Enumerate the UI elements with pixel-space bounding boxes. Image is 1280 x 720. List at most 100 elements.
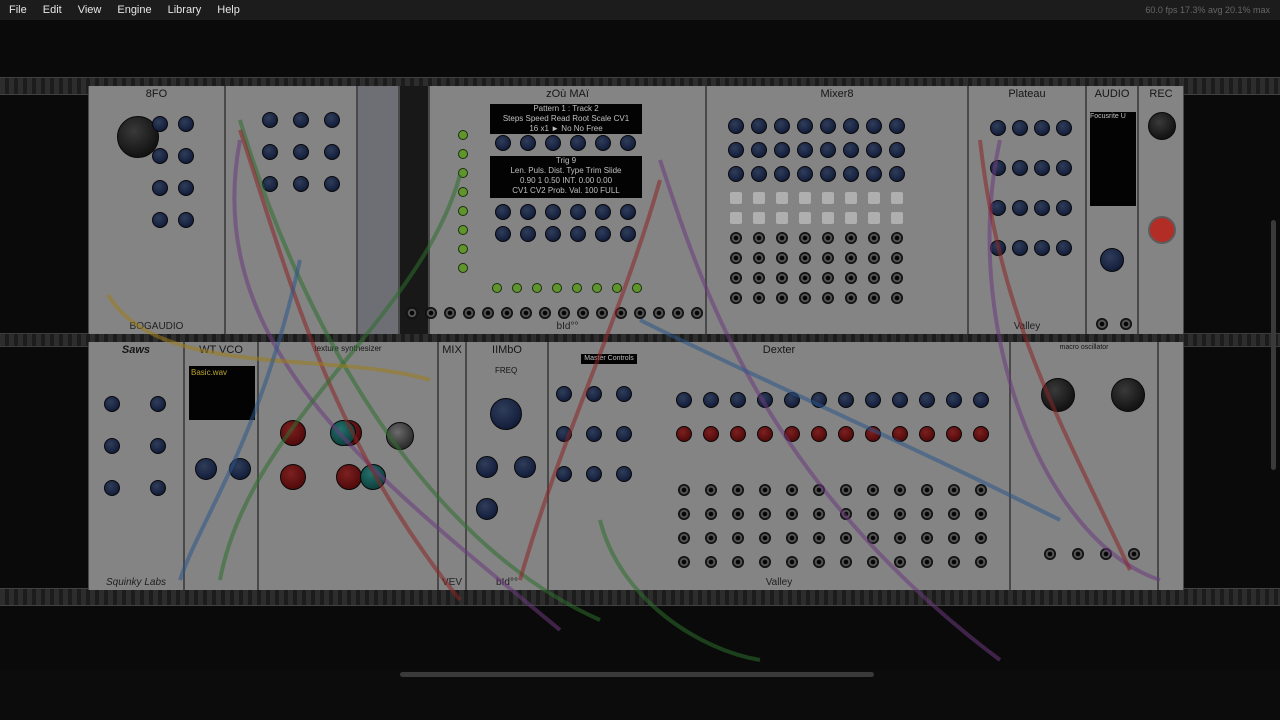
trig-knob[interactable] (495, 204, 511, 220)
mixer-knob[interactable] (797, 142, 813, 158)
mixer-button[interactable] (822, 212, 834, 224)
dexter-jack[interactable] (678, 484, 690, 496)
plateau-knob[interactable] (1056, 240, 1072, 256)
mixer-button[interactable] (891, 212, 903, 224)
dexter-jack[interactable] (921, 484, 933, 496)
trig-knob[interactable] (495, 226, 511, 242)
mixer-button[interactable] (868, 212, 880, 224)
phase-knob[interactable] (178, 180, 194, 196)
dexter-knob[interactable] (892, 426, 908, 442)
trig-knob[interactable] (620, 204, 636, 220)
dexter-jack[interactable] (678, 532, 690, 544)
dexter-jack[interactable] (840, 484, 852, 496)
mixer-jack[interactable] (799, 272, 811, 284)
record-button[interactable] (1148, 216, 1176, 244)
mixer-button[interactable] (868, 192, 880, 204)
texture-knob[interactable] (280, 420, 306, 446)
dexter-knob[interactable] (703, 426, 719, 442)
pattern-knob[interactable] (545, 135, 561, 151)
dexter-jack[interactable] (705, 508, 717, 520)
step-button[interactable] (634, 307, 646, 319)
mixer-knob[interactable] (728, 166, 744, 182)
menu-item-edit[interactable]: Edit (35, 4, 70, 16)
step-button[interactable] (444, 307, 456, 319)
dexter-jack[interactable] (840, 556, 852, 568)
plateau-knob[interactable] (1034, 120, 1050, 136)
dexter-jack[interactable] (705, 484, 717, 496)
trig-led[interactable] (612, 283, 622, 293)
mixer-knob[interactable] (774, 142, 790, 158)
mixer-jack[interactable] (799, 232, 811, 244)
lfo-knob[interactable] (324, 144, 340, 160)
mixer-jack[interactable] (868, 272, 880, 284)
step-button[interactable] (596, 307, 608, 319)
dexter-knob[interactable] (784, 426, 800, 442)
dexter-jack[interactable] (705, 532, 717, 544)
mixer-jack[interactable] (822, 292, 834, 304)
mixer-jack[interactable] (730, 252, 742, 264)
wt-frequency-knob[interactable] (195, 458, 217, 480)
module-mix[interactable]: MIX VEV (438, 342, 466, 590)
master-knob[interactable] (556, 386, 572, 402)
step-led[interactable] (458, 244, 468, 254)
dexter-knob[interactable] (811, 426, 827, 442)
saws-knob[interactable] (104, 438, 120, 454)
module-rack[interactable]: 8FO BOGAUDIO zOù MAï Pattern 1 : Track 2… (0, 20, 1280, 670)
trig-knob[interactable] (545, 204, 561, 220)
mixer-button[interactable] (776, 212, 788, 224)
step-button[interactable] (501, 307, 513, 319)
dexter-jack[interactable] (867, 484, 879, 496)
pattern-knob[interactable] (520, 135, 536, 151)
module-zou-mai[interactable]: zOù MAï Pattern 1 : Track 2 Steps Speed … (429, 86, 706, 334)
dexter-jack[interactable] (948, 484, 960, 496)
mixer-knob[interactable] (797, 118, 813, 134)
trig-knob[interactable] (545, 226, 561, 242)
step-led[interactable] (458, 263, 468, 273)
module-saws[interactable]: Saws Squinky Labs (88, 342, 184, 590)
dexter-knob[interactable] (703, 392, 719, 408)
mixer-button[interactable] (891, 192, 903, 204)
plateau-knob[interactable] (1056, 160, 1072, 176)
mixer-knob[interactable] (866, 118, 882, 134)
macro-jack[interactable] (1128, 548, 1140, 560)
trig-led[interactable] (592, 283, 602, 293)
mixer-knob[interactable] (820, 142, 836, 158)
mixer-knob[interactable] (774, 166, 790, 182)
module-audio[interactable]: AUDIO Focusrite U (1086, 86, 1138, 334)
lfo-knob[interactable] (324, 112, 340, 128)
dexter-jack[interactable] (732, 532, 744, 544)
step-button[interactable] (653, 307, 665, 319)
dexter-jack[interactable] (759, 556, 771, 568)
mixer-knob[interactable] (820, 166, 836, 182)
dexter-jack[interactable] (921, 508, 933, 520)
imbo-res-knob[interactable] (476, 456, 498, 478)
trig-knob[interactable] (570, 226, 586, 242)
phase-knob[interactable] (152, 180, 168, 196)
lfo-knob[interactable] (293, 112, 309, 128)
plateau-knob[interactable] (1012, 160, 1028, 176)
plateau-knob[interactable] (990, 120, 1006, 136)
audio-level-knob[interactable] (1100, 248, 1124, 272)
mixer-jack[interactable] (753, 232, 765, 244)
texture-knob[interactable] (360, 464, 386, 490)
mixer-jack[interactable] (891, 252, 903, 264)
trig-led[interactable] (552, 283, 562, 293)
saws-knob[interactable] (150, 480, 166, 496)
mixer-button[interactable] (799, 192, 811, 204)
step-button[interactable] (425, 307, 437, 319)
mixer-jack[interactable] (868, 252, 880, 264)
step-button[interactable] (520, 307, 532, 319)
imbo-fmod-knob[interactable] (476, 498, 498, 520)
dexter-jack[interactable] (921, 556, 933, 568)
mixer-knob[interactable] (889, 166, 905, 182)
mixer-jack[interactable] (753, 252, 765, 264)
harmonics-knob[interactable] (1111, 378, 1145, 412)
pattern-knob[interactable] (495, 135, 511, 151)
mixer-jack[interactable] (891, 272, 903, 284)
macro-jack[interactable] (1100, 548, 1112, 560)
dexter-knob[interactable] (973, 426, 989, 442)
imbo-gain-knob[interactable] (514, 456, 536, 478)
master-knob[interactable] (616, 466, 632, 482)
mixer-jack[interactable] (891, 232, 903, 244)
mixer-button[interactable] (799, 212, 811, 224)
